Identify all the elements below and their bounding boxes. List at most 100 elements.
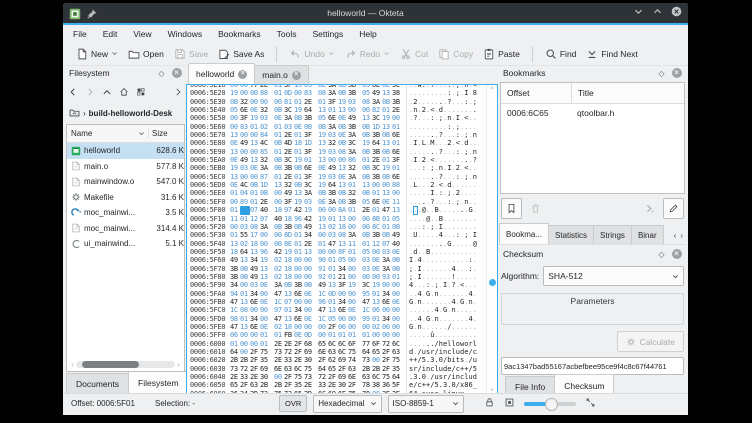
copy-button[interactable]: Copy <box>433 44 478 63</box>
file-row[interactable]: moc_mainwi...314.4 K <box>67 221 184 237</box>
column-size[interactable]: Size <box>148 129 184 138</box>
tool-tab-binar[interactable]: Binar <box>631 225 664 244</box>
menu-item-bookmarks[interactable]: Bookmarks <box>218 29 261 39</box>
overflow-icon[interactable] <box>173 84 183 102</box>
bookmarks-table-header[interactable]: Offset Title <box>501 83 684 104</box>
forward-icon[interactable] <box>85 84 95 102</box>
float-panel-icon[interactable]: ◇ <box>656 249 667 260</box>
scrollbar-thumb[interactable] <box>489 279 496 286</box>
find-button[interactable]: Find <box>540 44 582 63</box>
close-icon[interactable] <box>671 4 682 22</box>
tool-tab-strings[interactable]: Strings <box>593 225 632 244</box>
hex-row: 0006:603073722F696E636C7564652F632B2B2F3… <box>187 365 487 373</box>
rename-bookmark-button[interactable] <box>663 198 684 219</box>
delete-bookmark-button[interactable] <box>525 198 546 219</box>
dropdown-caret-icon[interactable] <box>328 50 335 57</box>
menu-item-help[interactable]: Help <box>359 29 376 39</box>
bookmark-row[interactable]: 0006:6C65qtoolbar.h <box>501 104 684 122</box>
hex-row: 0006:601064002F7573722F696E636C7564652F6… <box>187 348 487 356</box>
algorithm-select[interactable]: SHA-512 <box>543 266 684 286</box>
parameters-groupbox: Parameters <box>501 293 684 325</box>
breadcrumb[interactable]: build-helloworld-Desk <box>89 109 173 118</box>
back-icon[interactable] <box>68 84 78 102</box>
zoom-slider[interactable] <box>524 402 576 406</box>
copy-label: Copy <box>453 49 473 59</box>
float-panel-icon[interactable]: ◇ <box>156 68 167 79</box>
pin-icon[interactable] <box>86 7 98 19</box>
close-panel-icon[interactable]: × <box>671 68 682 79</box>
minimize-icon[interactable] <box>633 4 644 22</box>
new-button[interactable]: New <box>71 44 123 63</box>
horizontal-scrollbar[interactable]: ‹› <box>69 360 182 369</box>
object-file-icon <box>71 161 81 171</box>
calculate-button[interactable]: Calculate <box>617 331 684 352</box>
hex-bytes: 3B0B49130218000091013400030E3A0B <box>230 265 406 273</box>
bookmark-offset: 0006:6C65 <box>501 108 571 118</box>
tool-tabs-scroll-arrows[interactable]: ‹› <box>671 226 686 244</box>
char-coding-select[interactable]: ISO-8859-1 <box>388 395 464 413</box>
maximize-icon[interactable] <box>652 4 663 22</box>
cut-button[interactable]: Cut <box>395 44 433 63</box>
close-tab-icon[interactable]: × <box>238 70 247 79</box>
menu-item-settings[interactable]: Settings <box>312 29 343 39</box>
statusbar: Offset: 0006:5F01 Selection: - OVR Hexad… <box>63 393 688 413</box>
window-bottom-edge <box>63 413 688 415</box>
undo-button[interactable]: Undo <box>284 44 339 63</box>
up-icon[interactable] <box>102 84 112 102</box>
bookmarks-table[interactable]: Offset Title 0006:6C65qtoolbar.h <box>500 82 685 194</box>
file-row[interactable]: main.o577.8 K <box>67 159 184 175</box>
vertical-scrollbar[interactable]: ⌃⌄ <box>486 85 497 393</box>
fit-to-size-icon[interactable] <box>504 397 515 410</box>
hex-chars: d./usr/include/c <box>406 348 487 356</box>
titlebar[interactable]: helloworld — Okteta <box>63 3 688 23</box>
scroll-left-icon[interactable]: ‹ <box>674 231 677 240</box>
document-tab-main-o[interactable]: main.o× <box>254 65 309 84</box>
column-name[interactable]: Name <box>71 129 92 138</box>
file-table-header[interactable]: Name Size <box>67 125 184 143</box>
value-coding-select[interactable]: Hexadecimal <box>313 395 381 413</box>
find-next-button[interactable]: Find Next <box>581 44 642 63</box>
dropdown-caret-icon[interactable] <box>111 50 118 57</box>
close-panel-icon[interactable]: × <box>171 68 182 79</box>
scroll-right-icon[interactable]: › <box>680 231 683 240</box>
float-panel-icon[interactable]: ◇ <box>656 68 667 79</box>
checksum-result-field[interactable]: 9ac1347bad55167acbefbee95ce9f4c8c67f4476… <box>501 357 684 375</box>
zoom-slider-handle[interactable] <box>545 398 558 411</box>
menu-item-view[interactable]: View <box>133 29 151 39</box>
redo-button[interactable]: Redo <box>340 44 395 63</box>
menu-item-windows[interactable]: Windows <box>168 29 202 39</box>
overwrite-mode-toggle[interactable]: OVR <box>279 395 307 412</box>
zoom-fullscreen-icon[interactable] <box>585 397 596 410</box>
file-row[interactable]: Makefile31.6 K <box>67 190 184 206</box>
tab-filesystem[interactable]: Filesystem <box>128 371 189 394</box>
paste-button[interactable]: Paste <box>478 44 525 63</box>
dropdown-caret-icon[interactable] <box>383 50 390 57</box>
lock-icon[interactable] <box>484 397 495 410</box>
file-row[interactable]: moc_mainwi...3.5 K <box>67 205 184 221</box>
file-row[interactable]: helloworld628.6 K <box>67 143 184 159</box>
create-bookmark-button[interactable] <box>501 198 522 219</box>
close-panel-icon[interactable]: × <box>671 249 682 260</box>
file-row[interactable]: mainwindow.o547.0 K <box>67 174 184 190</box>
hex-view[interactable]: 0006:5E100000772E013F19030E3A0B3B056E0E3… <box>186 84 498 394</box>
menu-item-edit[interactable]: Edit <box>103 29 118 39</box>
tab-documents[interactable]: Documents <box>66 373 129 394</box>
tool-tab-bookma-[interactable]: Bookma... <box>499 223 549 244</box>
ui-file-icon <box>71 239 81 249</box>
menu-item-tools[interactable]: Tools <box>277 29 297 39</box>
hex-chars: ...@..B.......G. <box>406 206 487 214</box>
hex-offset: 0006:5F20 <box>187 223 230 231</box>
save-button[interactable]: Save <box>169 44 213 63</box>
close-tab-icon[interactable]: × <box>292 71 301 80</box>
home-folder-icon[interactable] <box>69 107 80 120</box>
save-as-button[interactable]: Save As <box>213 44 269 63</box>
file-row[interactable]: ui_mainwind...5.1 K <box>67 236 184 252</box>
menu-item-file[interactable]: File <box>73 29 87 39</box>
document-tab-helloworld[interactable]: helloworld× <box>188 63 255 84</box>
open-button[interactable]: Open <box>123 44 169 63</box>
places-icon[interactable] <box>136 84 146 102</box>
file-table[interactable]: Name Size helloworld628.6 Kmain.o577.8 K… <box>66 124 185 372</box>
home-icon[interactable] <box>119 84 129 102</box>
goto-bookmark-button[interactable] <box>639 198 660 219</box>
tool-tab-statistics[interactable]: Statistics <box>548 225 594 244</box>
